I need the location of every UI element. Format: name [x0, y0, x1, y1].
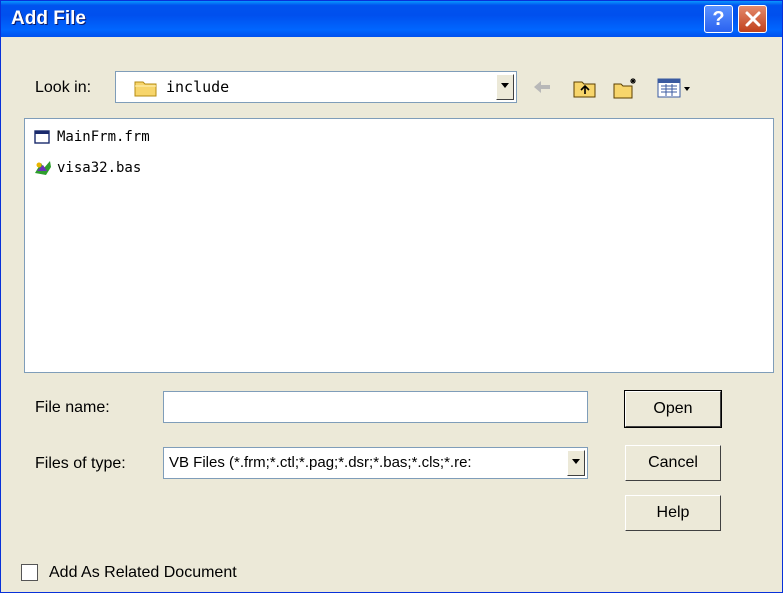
- filetype-value: VB Files (*.frm;*.ctl;*.pag;*.dsr;*.bas;…: [169, 454, 472, 471]
- file-list[interactable]: MainFrm.frm visa32.bas: [24, 118, 774, 373]
- close-icon: [745, 11, 760, 27]
- folder-icon: [134, 81, 157, 97]
- help-button[interactable]: Help: [625, 495, 721, 531]
- filename-label: File name:: [35, 399, 110, 416]
- lookin-dropdown-arrow[interactable]: [496, 74, 514, 100]
- file-name: MainFrm.frm: [57, 129, 150, 145]
- open-button[interactable]: Open: [624, 390, 722, 428]
- file-name: visa32.bas: [57, 160, 142, 176]
- title-close-button[interactable]: [738, 5, 767, 33]
- file-item-visa32[interactable]: visa32.bas: [33, 158, 141, 178]
- module-file-icon: [35, 161, 51, 175]
- file-item-mainfrm[interactable]: MainFrm.frm: [33, 127, 150, 147]
- title-bar[interactable]: Add File ?: [1, 1, 782, 37]
- related-document-checkbox[interactable]: [21, 564, 38, 581]
- lookin-value: include: [166, 78, 230, 96]
- lookin-label: Look in:: [35, 79, 92, 96]
- form-file-icon: [34, 130, 50, 144]
- related-document-label: Add As Related Document: [49, 564, 237, 581]
- window-title: Add File: [11, 8, 86, 29]
- view-menu-icon[interactable]: [657, 77, 693, 99]
- filetype-label: Files of type:: [35, 455, 126, 472]
- add-file-dialog: Add File ? Look in: include MainFrm.frm …: [0, 0, 783, 593]
- lookin-combo[interactable]: include: [115, 71, 517, 103]
- filename-input[interactable]: [163, 391, 588, 423]
- back-arrow-icon[interactable]: [531, 77, 553, 97]
- cancel-button[interactable]: Cancel: [625, 445, 721, 481]
- help-icon: ?: [712, 7, 725, 30]
- title-help-button[interactable]: ?: [704, 5, 733, 33]
- up-folder-icon[interactable]: [573, 77, 597, 99]
- filetype-combo[interactable]: VB Files (*.frm;*.ctl;*.pag;*.dsr;*.bas;…: [163, 447, 588, 479]
- new-folder-icon[interactable]: [613, 77, 639, 99]
- filetype-dropdown-arrow[interactable]: [567, 450, 585, 476]
